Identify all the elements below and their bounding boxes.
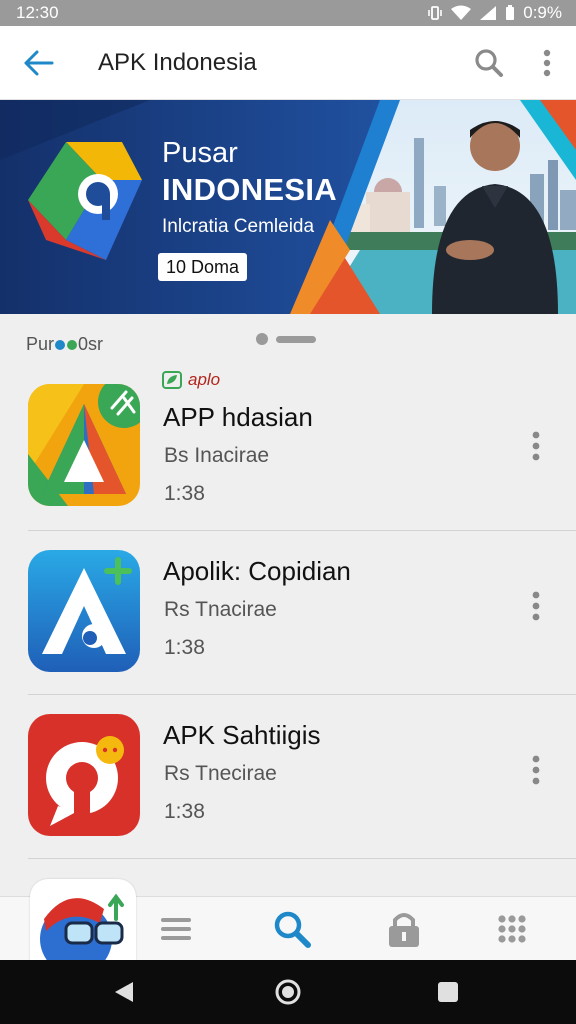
app-logo-icon xyxy=(28,550,140,672)
more-vertical-icon xyxy=(532,431,540,461)
item-title: APP hdasian xyxy=(163,402,313,432)
item-tag-label: aplo xyxy=(188,370,221,389)
green-dot-icon xyxy=(67,339,78,350)
wifi-icon xyxy=(451,5,472,21)
section-label-prefix: Pur xyxy=(26,334,55,354)
list-item[interactable]: APK Sahtiigis Rs Tnecirae 1:38 xyxy=(0,696,576,860)
search-button[interactable] xyxy=(460,26,518,100)
lock-icon xyxy=(389,913,419,947)
carousel-indicator[interactable] xyxy=(256,333,316,345)
blue-dot-icon xyxy=(55,339,66,350)
item-more-button[interactable] xyxy=(522,424,550,468)
status-icons: 0:9% xyxy=(427,3,562,23)
app-bar: APK Indonesia xyxy=(0,26,576,100)
recents-square-icon xyxy=(438,982,458,1002)
more-vertical-icon xyxy=(532,591,540,621)
banner-title-line1: Pusar xyxy=(162,137,238,169)
system-recents-button[interactable] xyxy=(428,972,468,1012)
nav-lock-button[interactable] xyxy=(380,905,428,953)
battery-level: 0:9% xyxy=(523,3,562,22)
section-label-suffix: 0sr xyxy=(78,334,104,354)
more-vertical-icon xyxy=(543,49,551,76)
pager-active-bar xyxy=(276,335,316,343)
item-time: 1:38 xyxy=(164,482,205,505)
section-label: Pur 0sr xyxy=(26,334,103,355)
item-subtitle: Bs Inacirae xyxy=(164,444,270,467)
app-icon xyxy=(28,714,140,836)
home-circle-icon xyxy=(275,979,301,1005)
banner-text: Pusar INDONESIA Inlcratia Cemleida xyxy=(162,136,337,242)
app-icon xyxy=(28,384,140,506)
item-title: Apolik: Copidian xyxy=(163,556,351,586)
item-time: 1:38 xyxy=(164,636,205,659)
arrow-left-icon xyxy=(24,50,54,75)
promo-banner[interactable]: Pusar INDONESIA Inlcratia Cemleida 10 Do… xyxy=(0,100,576,314)
nav-menu-button[interactable] xyxy=(152,905,200,953)
page-title: APK Indonesia xyxy=(98,48,257,76)
divider xyxy=(28,858,576,859)
bottom-navigation xyxy=(0,879,576,961)
status-bar: 12:30 0:9% xyxy=(0,0,576,26)
item-subtitle: Rs Tnecirae xyxy=(164,762,277,785)
leaf-badge-icon xyxy=(162,371,182,389)
banner-cta-button[interactable]: 10 Doma xyxy=(158,253,248,281)
list-item[interactable]: Apolik: Copidian Rs Tnacirae 1:38 xyxy=(0,532,576,696)
battery-icon xyxy=(505,5,515,21)
item-title: APK Sahtiigis xyxy=(163,720,321,750)
item-time: 1:38 xyxy=(164,800,205,823)
system-navigation-bar xyxy=(0,960,576,1024)
vibrate-icon xyxy=(427,5,443,21)
list-item[interactable]: aplo APP hdasian Bs Inacirae 1:38 xyxy=(0,366,576,530)
app-logo-icon xyxy=(28,384,140,506)
app-list-section: Pur 0sr aplo APP hdasian Bs Inacirae 1:3… xyxy=(0,314,576,896)
grid-icon xyxy=(498,915,526,943)
app-icon xyxy=(28,550,140,672)
banner-subtitle: Inlcratia Cemleida xyxy=(162,216,315,237)
signal-icon xyxy=(479,5,497,21)
app-logo-icon xyxy=(28,714,140,836)
brand-logo-icon xyxy=(28,142,142,260)
banner-title-line2: INDONESIA xyxy=(162,172,337,207)
divider xyxy=(28,694,576,695)
nav-apps-button[interactable] xyxy=(488,905,536,953)
overflow-menu-button[interactable] xyxy=(518,26,576,100)
mascot-avatar-icon xyxy=(40,893,124,961)
back-button[interactable] xyxy=(0,26,78,100)
avatar[interactable] xyxy=(30,879,136,961)
status-time: 12:30 xyxy=(16,3,59,22)
item-tag: aplo xyxy=(162,370,220,390)
search-icon xyxy=(475,48,503,77)
nav-search-button[interactable] xyxy=(268,905,316,953)
item-subtitle: Rs Tnacirae xyxy=(164,598,277,621)
more-vertical-icon xyxy=(532,755,540,785)
system-back-button[interactable] xyxy=(104,972,144,1012)
system-home-button[interactable] xyxy=(268,972,308,1012)
menu-icon xyxy=(161,918,191,940)
item-more-button[interactable] xyxy=(522,748,550,792)
search-icon xyxy=(274,911,311,948)
divider xyxy=(28,530,576,531)
pager-dot xyxy=(256,333,268,345)
item-more-button[interactable] xyxy=(522,584,550,628)
back-triangle-icon xyxy=(115,982,133,1002)
